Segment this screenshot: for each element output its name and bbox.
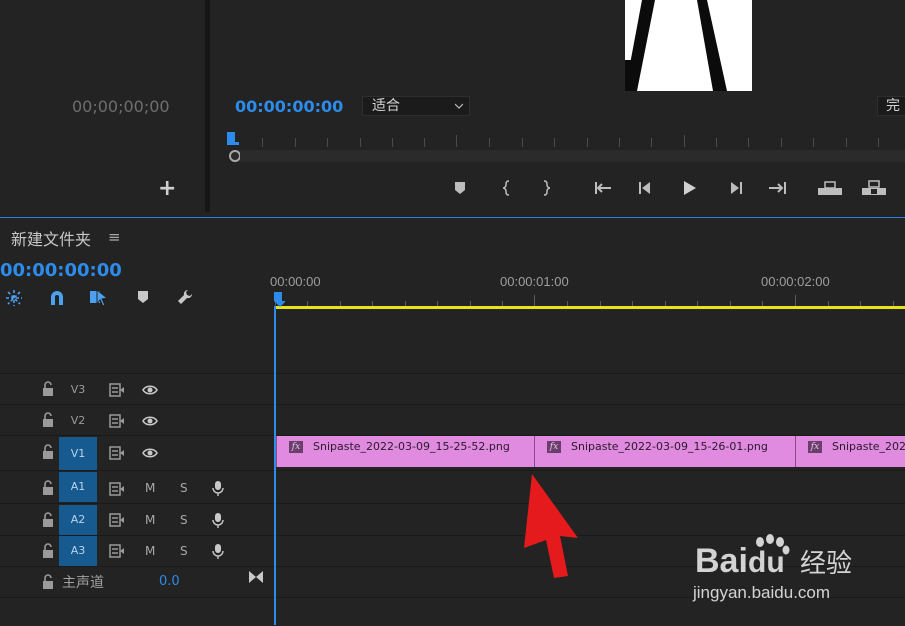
- step-back-icon[interactable]: [636, 178, 656, 198]
- ruler-label-2: 00:00:02:00: [761, 274, 830, 289]
- sync-lock-icon[interactable]: [109, 481, 125, 497]
- ruler-label-1: 00:00:01:00: [500, 274, 569, 289]
- eye-icon[interactable]: [142, 445, 158, 461]
- nest-toggle-icon[interactable]: [5, 289, 23, 307]
- snap-magnet-icon[interactable]: [48, 289, 66, 307]
- master-track-label: 主声道: [62, 575, 104, 591]
- timeline-clip[interactable]: fx Snipaste_2022-03-09_15-25-52.png: [276, 436, 534, 467]
- track-a3-label[interactable]: A3: [59, 536, 97, 566]
- lock-icon[interactable]: [40, 412, 56, 428]
- mute-button[interactable]: M: [145, 513, 155, 527]
- extract-icon[interactable]: [861, 178, 887, 198]
- brand-du: du: [748, 546, 785, 579]
- baidu-watermark: Bai du 经验 jingyan.baidu.com: [690, 530, 905, 605]
- go-to-in-icon[interactable]: [593, 178, 615, 198]
- eye-icon[interactable]: [142, 413, 158, 429]
- mute-button[interactable]: M: [145, 544, 155, 558]
- track-a1-label[interactable]: A1: [59, 472, 97, 502]
- timeline-clip[interactable]: fx Snipaste_2022-03-09_15-26-01.png: [795, 436, 905, 467]
- add-marker-icon[interactable]: [136, 290, 150, 304]
- collapse-expand-icon[interactable]: [248, 570, 264, 584]
- source-timecode[interactable]: 00;00;00;00: [72, 97, 170, 116]
- lock-icon[interactable]: [40, 480, 56, 496]
- mark-out-icon[interactable]: [536, 178, 556, 198]
- lock-icon[interactable]: [40, 543, 56, 559]
- sync-lock-icon[interactable]: [109, 413, 125, 429]
- master-volume-value[interactable]: 0.0: [159, 574, 180, 589]
- fx-badge[interactable]: fx: [289, 441, 303, 453]
- add-button[interactable]: +: [158, 176, 176, 201]
- solo-button[interactable]: S: [180, 513, 188, 527]
- microphone-icon[interactable]: [210, 512, 226, 528]
- lock-icon[interactable]: [40, 444, 56, 460]
- lift-icon[interactable]: [817, 178, 843, 198]
- chevron-down-icon: [455, 103, 463, 109]
- lock-icon[interactable]: [40, 512, 56, 528]
- brand-url: jingyan.baidu.com: [692, 583, 830, 602]
- timeline-timecode[interactable]: 00:00:00:00: [0, 260, 122, 281]
- program-timecode[interactable]: 00:00:00:00: [235, 97, 343, 116]
- program-preview-image: [625, 0, 752, 91]
- sequence-tab[interactable]: 新建文件夹: [11, 226, 91, 250]
- fit-select[interactable]: 适合: [362, 96, 470, 116]
- sync-lock-icon[interactable]: [109, 512, 125, 528]
- solo-button[interactable]: S: [180, 544, 188, 558]
- brand-bai: Bai: [695, 542, 748, 580]
- panel-menu-icon[interactable]: ≡: [108, 228, 121, 246]
- wrench-icon[interactable]: [176, 288, 194, 306]
- step-forward-icon[interactable]: [725, 178, 745, 198]
- sync-lock-icon[interactable]: [109, 445, 125, 461]
- track-a2-label[interactable]: A2: [59, 505, 97, 535]
- track-v2-label[interactable]: V2: [59, 406, 97, 436]
- fx-badge[interactable]: fx: [808, 441, 822, 453]
- program-scrub-bar[interactable]: [232, 150, 905, 162]
- sync-lock-icon[interactable]: [109, 382, 125, 398]
- add-marker-icon[interactable]: [450, 178, 470, 198]
- source-monitor-panel: 00;00;00;00 +: [0, 0, 205, 210]
- sync-lock-icon[interactable]: [109, 543, 125, 559]
- microphone-icon[interactable]: [210, 543, 226, 559]
- microphone-icon[interactable]: [210, 480, 226, 496]
- clip-name: Snipaste_2022-03-09_15-26-01.png: [832, 440, 905, 453]
- track-v1-label[interactable]: V1: [59, 437, 97, 470]
- mark-in-icon[interactable]: [497, 178, 517, 198]
- track-v3-label[interactable]: V3: [59, 375, 97, 405]
- lock-icon[interactable]: [40, 381, 56, 397]
- clip-name: Snipaste_2022-03-09_15-25-52.png: [313, 440, 510, 453]
- timeline-clip[interactable]: fx Snipaste_2022-03-09_15-26-01.png: [534, 436, 795, 467]
- fx-badge[interactable]: fx: [547, 441, 561, 453]
- play-icon[interactable]: [679, 178, 699, 198]
- solo-button[interactable]: S: [180, 481, 188, 495]
- quality-select-value: 完: [886, 98, 900, 114]
- linked-selection-icon[interactable]: [89, 288, 109, 308]
- work-area-bar[interactable]: [275, 306, 905, 309]
- clip-name: Snipaste_2022-03-09_15-26-01.png: [571, 440, 768, 453]
- mute-button[interactable]: M: [145, 481, 155, 495]
- program-playhead-icon[interactable]: [226, 132, 240, 164]
- brand-product: 经验: [800, 549, 852, 579]
- ruler-label-0: 00:00:00: [270, 274, 321, 289]
- fit-select-value: 适合: [372, 98, 400, 114]
- lock-icon[interactable]: [40, 574, 56, 590]
- quality-select[interactable]: 完: [877, 96, 905, 116]
- go-to-out-icon[interactable]: [765, 178, 789, 198]
- eye-icon[interactable]: [142, 382, 158, 398]
- annotation-arrow: [524, 474, 578, 578]
